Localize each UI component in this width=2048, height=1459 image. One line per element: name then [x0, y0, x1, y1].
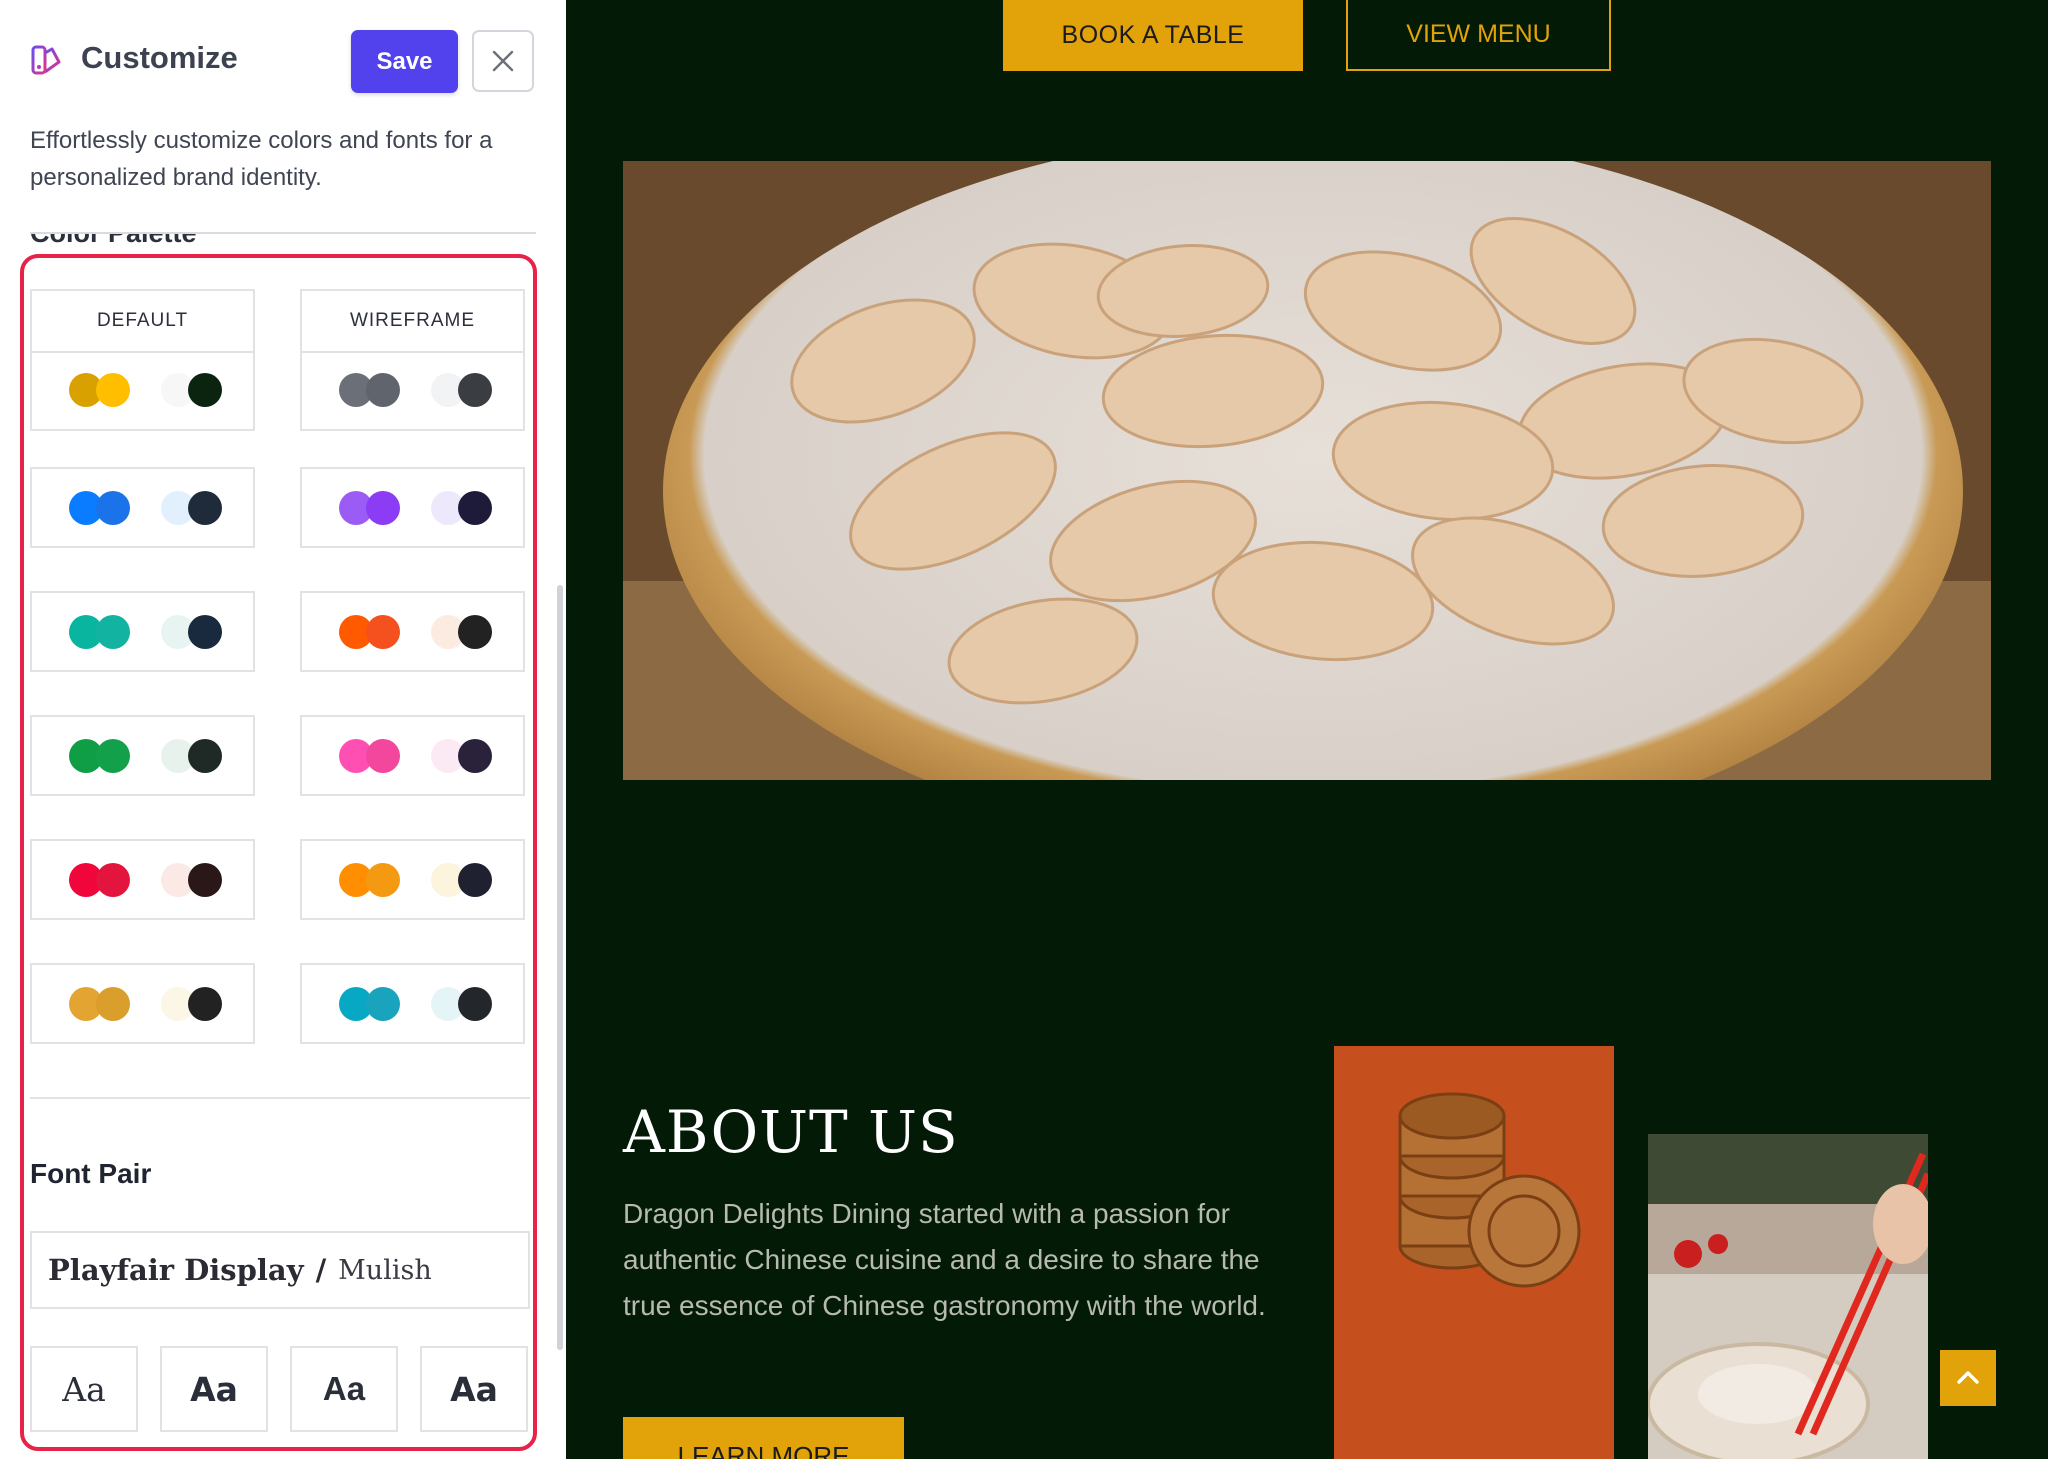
palette-swatches [302, 351, 523, 429]
section-divider [30, 1097, 530, 1099]
view-menu-button[interactable]: VIEW MENU [1346, 0, 1611, 71]
color-swatch [366, 739, 400, 773]
close-icon [492, 50, 514, 72]
palette-swatches [302, 469, 523, 547]
palette-option[interactable] [30, 591, 255, 672]
palette-option[interactable] [300, 591, 525, 672]
font-pair-selector[interactable]: Playfair Display / Mulish [30, 1231, 530, 1309]
color-swatch [366, 863, 400, 897]
about-us-text: Dragon Delights Dining started with a pa… [623, 1198, 1266, 1321]
palette-swatches [32, 351, 253, 429]
font-pair-secondary: Mulish [338, 1254, 432, 1286]
color-swatch [188, 739, 222, 773]
font-pair-title: Font Pair [30, 1158, 152, 1189]
font-sample-option[interactable]: Aa [30, 1346, 138, 1432]
color-swatch [366, 491, 400, 525]
palette-option[interactable]: DEFAULT [30, 289, 255, 431]
palette-label: WIREFRAME [302, 291, 523, 353]
color-swatch [96, 863, 130, 897]
palette-swatches [32, 717, 253, 795]
palette-option[interactable] [300, 467, 525, 548]
font-pair-separator: / [315, 1253, 327, 1287]
header-divider [30, 232, 536, 234]
color-swatch [188, 863, 222, 897]
palette-option[interactable] [300, 715, 525, 796]
dumplings-hero-image [623, 161, 1991, 780]
dumplings-chopsticks-image [1648, 1134, 1928, 1459]
section-mask [0, 200, 566, 233]
palette-swatches [32, 469, 253, 547]
palette-option[interactable] [30, 839, 255, 920]
color-swatch [366, 615, 400, 649]
sidebar-description: Effortlessly customize colors and fonts … [30, 127, 493, 191]
color-swatch [366, 987, 400, 1021]
color-swatch [96, 739, 130, 773]
palette-swatches [32, 965, 253, 1043]
palette-swatches [32, 593, 253, 671]
color-swatch [96, 491, 130, 525]
palette-option[interactable]: WIREFRAME [300, 289, 525, 431]
color-swatch [96, 615, 130, 649]
palette-option[interactable] [30, 467, 255, 548]
sidebar-header: Customize Save [0, 0, 566, 120]
palette-swatches [32, 841, 253, 919]
restaurant-page: BOOK A TABLE VIEW MENU ABOUT US Dragon D… [566, 0, 2048, 1459]
learn-more-button[interactable]: LEARN MORE [623, 1417, 904, 1459]
font-sample-option[interactable]: Aa [290, 1346, 398, 1432]
color-swatch [188, 987, 222, 1021]
sidebar-scrollbar[interactable] [557, 585, 563, 1350]
customize-sidebar: Customize Save Effortlessly customize co… [0, 0, 568, 1459]
scroll-to-top-button[interactable] [1940, 1350, 1996, 1406]
color-swatch [458, 987, 492, 1021]
palette-logo-icon [31, 45, 61, 75]
color-swatch [96, 373, 130, 407]
font-sample-option[interactable]: Aa [160, 1346, 268, 1432]
font-pair-primary: Playfair Display [48, 1253, 304, 1287]
sidebar-title: Customize [81, 40, 238, 75]
palette-swatches [302, 841, 523, 919]
color-swatch [188, 373, 222, 407]
save-button[interactable]: Save [351, 30, 458, 93]
close-button[interactable] [472, 30, 534, 92]
color-swatch [188, 491, 222, 525]
palette-option[interactable] [300, 839, 525, 920]
color-swatch [458, 373, 492, 407]
palette-option[interactable] [30, 963, 255, 1044]
palette-swatches [302, 965, 523, 1043]
book-table-button[interactable]: BOOK A TABLE [1003, 0, 1303, 71]
color-swatch [458, 739, 492, 773]
palette-option[interactable] [300, 963, 525, 1044]
color-swatch [458, 863, 492, 897]
palette-label: DEFAULT [32, 291, 253, 353]
palette-option[interactable] [30, 715, 255, 796]
font-sample-option[interactable]: Aa [420, 1346, 528, 1432]
color-swatch [366, 373, 400, 407]
palette-swatches [302, 593, 523, 671]
mooncake-image [1334, 1046, 1614, 1459]
about-us-heading: ABOUT US [623, 1098, 959, 1166]
color-swatch [458, 491, 492, 525]
palette-swatches [302, 717, 523, 795]
color-swatch [96, 987, 130, 1021]
color-swatch [188, 615, 222, 649]
color-swatch [458, 615, 492, 649]
chevron-up-icon [1957, 1371, 1979, 1384]
